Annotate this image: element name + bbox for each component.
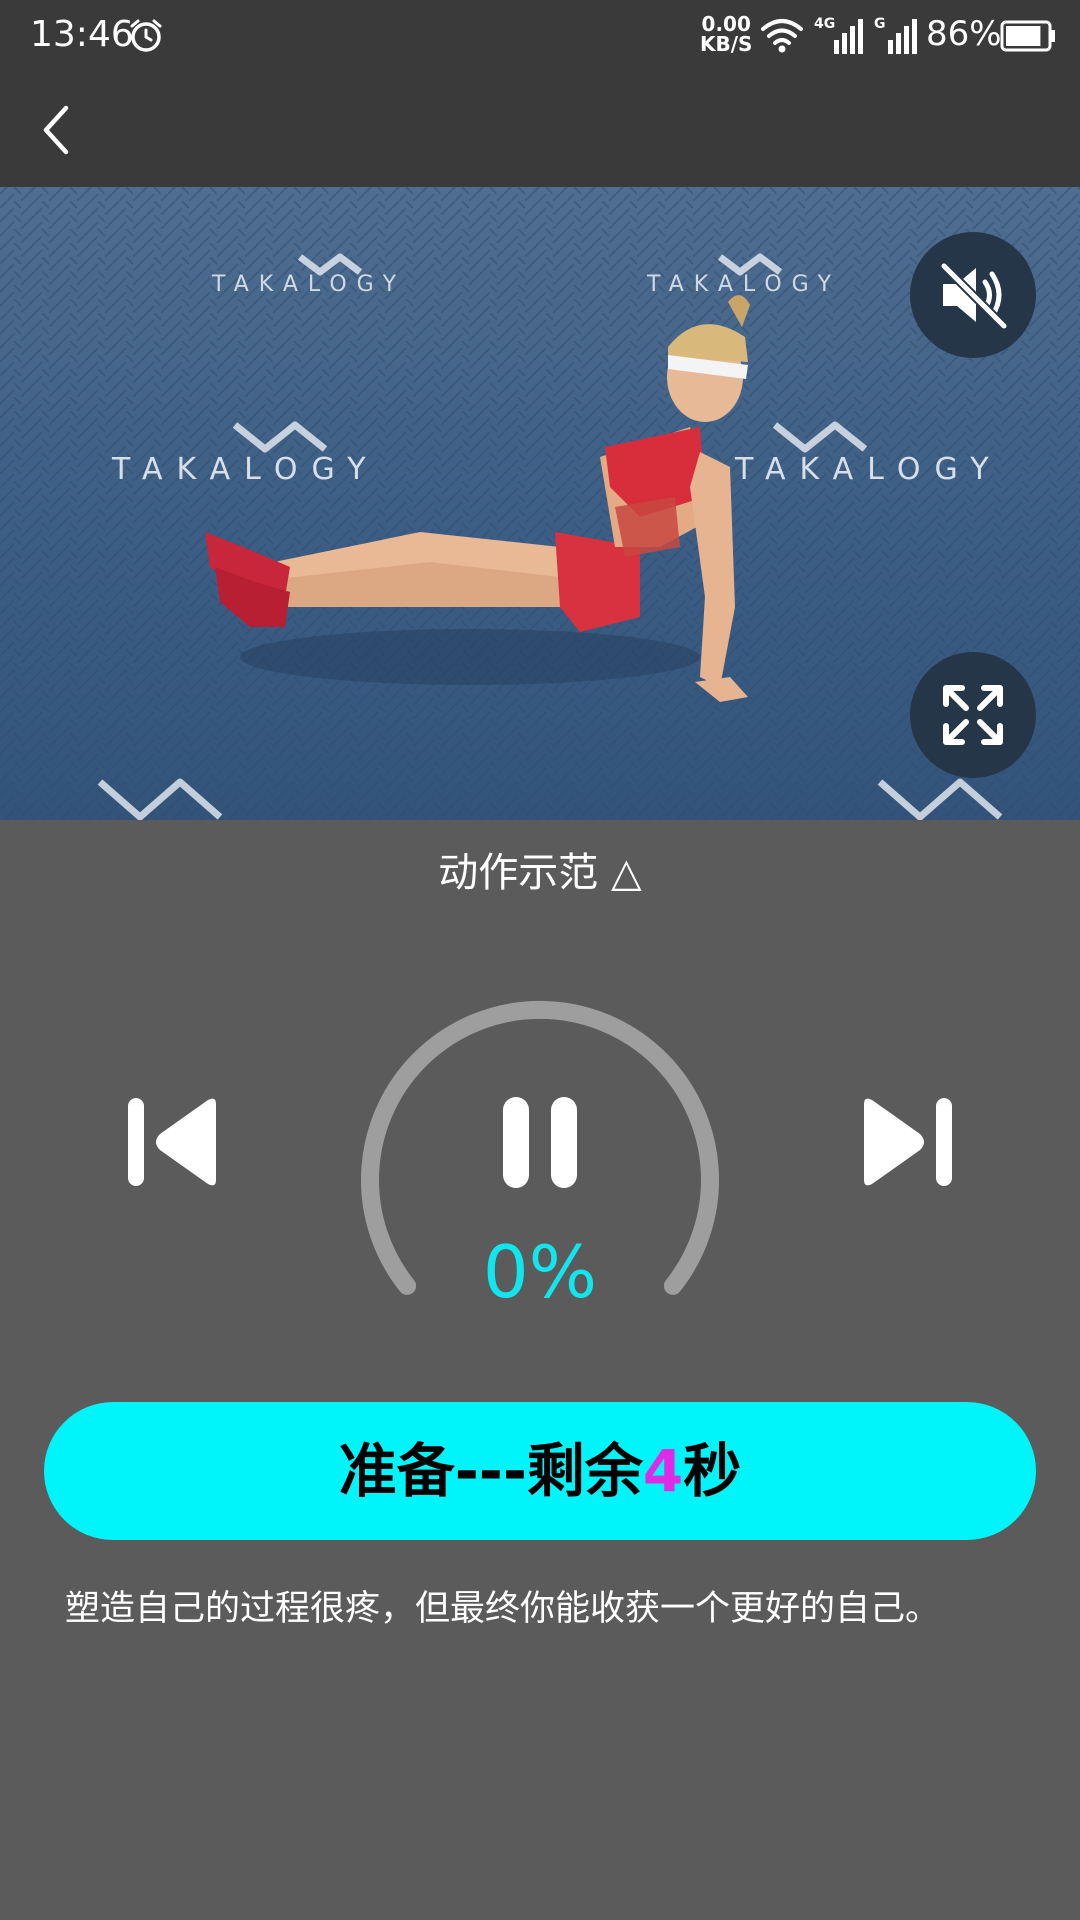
network-speed-value: 0.00	[701, 12, 751, 36]
pause-button[interactable]	[495, 1095, 585, 1190]
previous-button[interactable]	[120, 1092, 230, 1192]
battery-percent: 86%	[926, 14, 1002, 54]
wifi-icon	[761, 19, 803, 53]
motivational-quote: 塑造自己的过程很疼，但最终你能收获一个更好的自己。	[65, 1589, 941, 1629]
watermark-text: TAKALOGY	[646, 272, 841, 297]
skip-next-icon	[864, 1098, 952, 1186]
exercise-video[interactable]: TAKALOGY TAKALOGY TAKALOGY TAKALOGY	[0, 187, 1080, 820]
watermark-text: TAKALOGY	[734, 452, 1003, 487]
progress-percent: 0%	[482, 1230, 598, 1314]
mute-toggle-button[interactable]	[910, 232, 1036, 358]
watermark-text: TAKALOGY	[111, 452, 380, 487]
status-time: 13:46	[30, 14, 134, 55]
ready-countdown-suffix: 秒	[683, 1437, 742, 1505]
ready-countdown-prefix: 准备---剩余	[338, 1437, 643, 1505]
ready-countdown-seconds: 4	[642, 1437, 684, 1505]
signal-g-label: G	[874, 16, 886, 32]
fullscreen-button[interactable]	[910, 652, 1036, 778]
network-speed: 0.00 KB/S	[700, 14, 752, 54]
back-arrow-icon[interactable]	[32, 100, 82, 160]
pause-icon	[503, 1097, 577, 1188]
skip-previous-icon	[128, 1098, 216, 1186]
watermark-text: TAKALOGY	[211, 272, 406, 297]
app-bar	[0, 72, 1080, 187]
next-button[interactable]	[850, 1092, 960, 1192]
status-bar: 13:46 0.00 KB/S 4G G 86%	[0, 0, 1080, 72]
fullscreen-expand-icon	[943, 685, 1003, 745]
volume-muted-icon	[939, 261, 1009, 331]
battery-icon	[1000, 20, 1055, 52]
alarm-clock-icon	[130, 19, 162, 52]
signal-4g-label: 4G	[814, 16, 835, 32]
cellular-signal-4g-icon: 4G	[814, 16, 863, 54]
action-demo-toggle[interactable]: 动作示范 △	[0, 840, 1080, 898]
ready-countdown-button[interactable]: 准备---剩余4秒	[44, 1402, 1036, 1540]
network-speed-unit: KB/S	[700, 32, 753, 56]
cellular-signal-g-icon: G	[874, 16, 917, 54]
